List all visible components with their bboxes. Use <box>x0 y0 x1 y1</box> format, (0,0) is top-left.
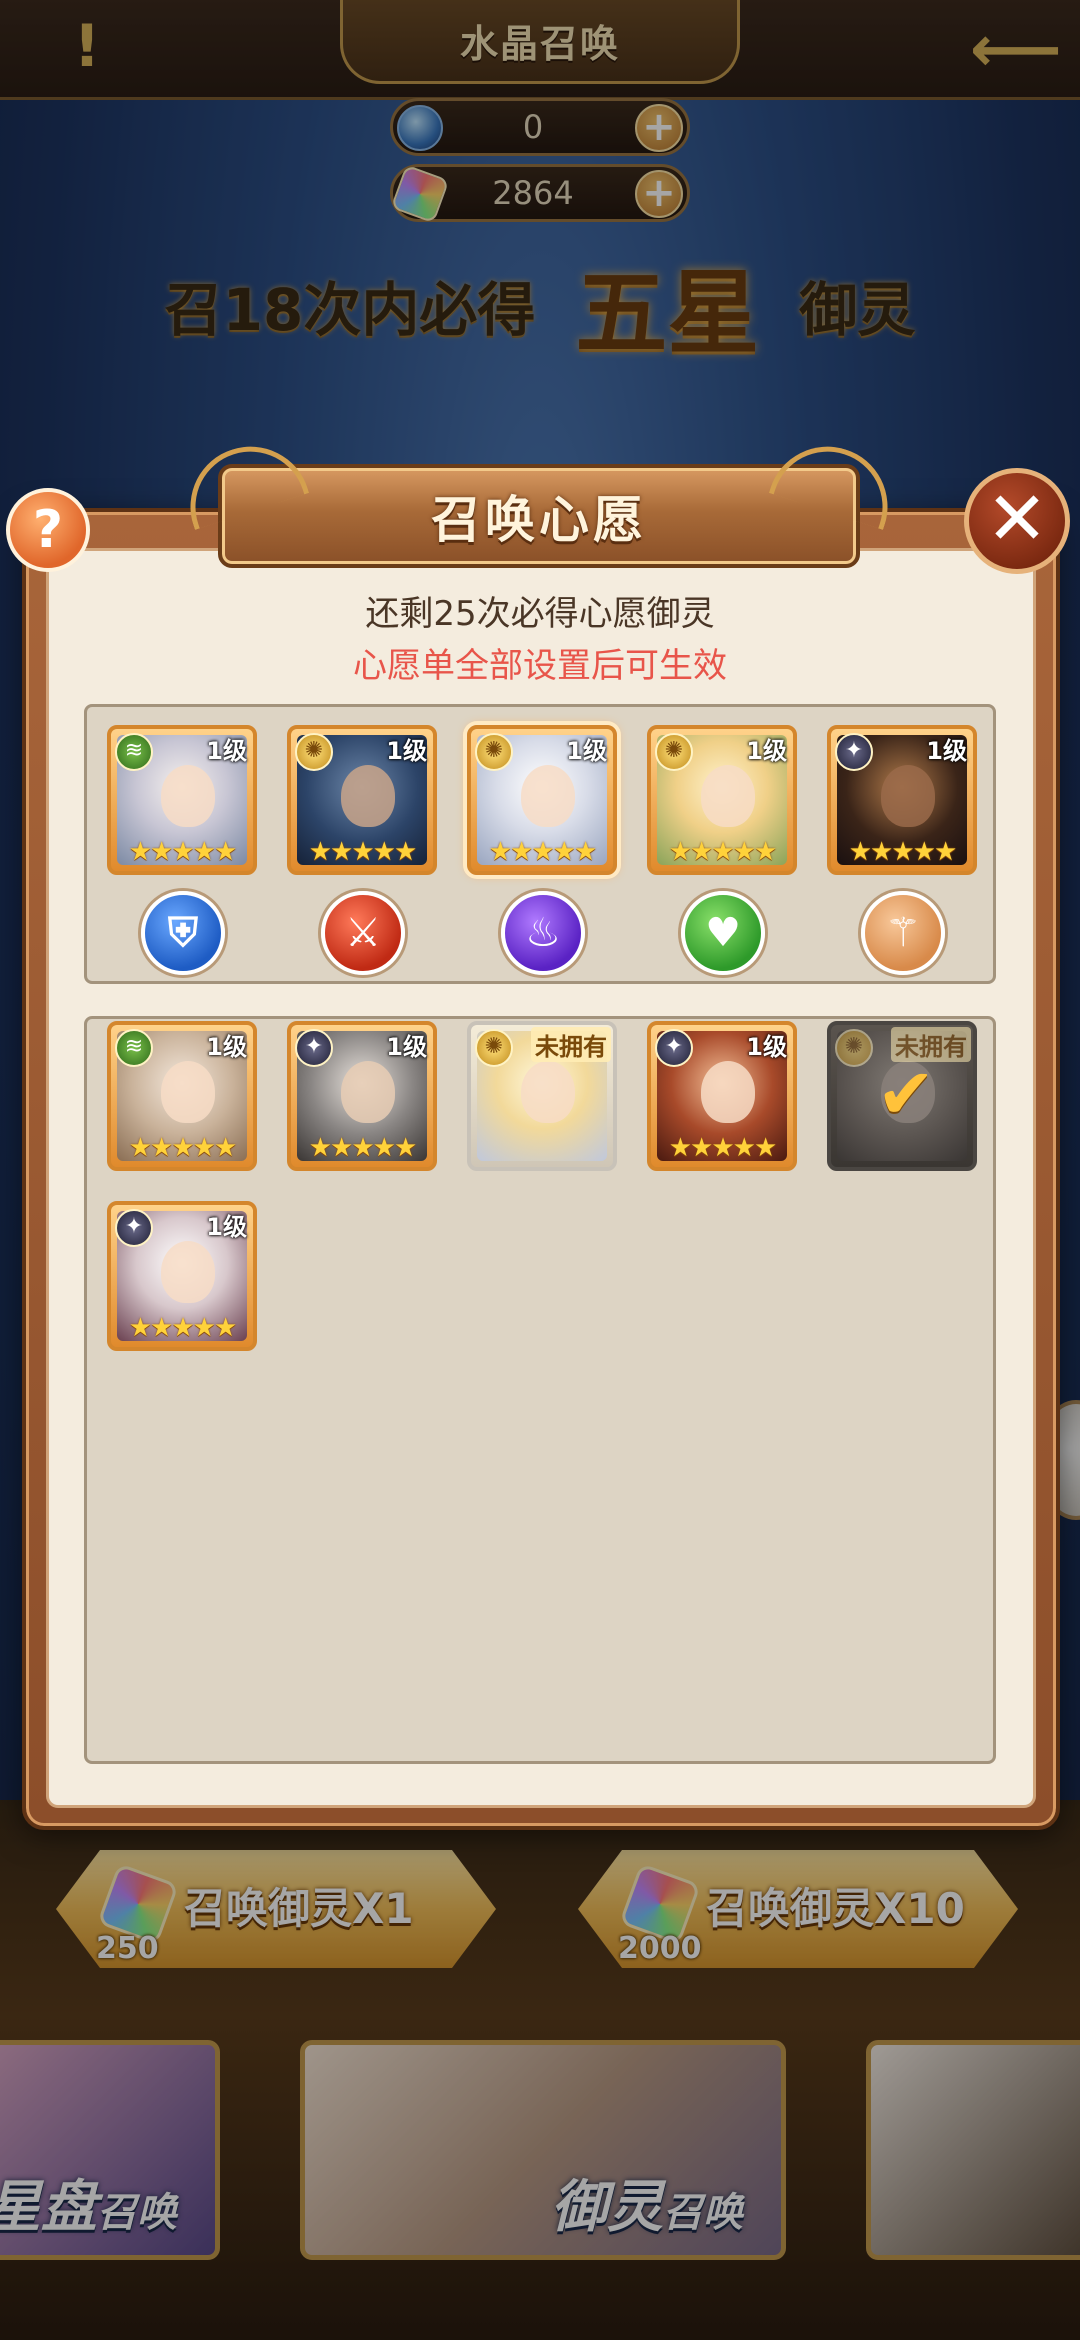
wish-modal-title: 召唤心愿 <box>431 491 647 549</box>
star-rating: ★★★★★ <box>848 837 958 867</box>
checkmark-icon: ✔ <box>876 1053 936 1135</box>
dark-element-icon: ✦ <box>115 1209 153 1247</box>
wish-slot-5[interactable]: ✦ 1级 ★★★★★ <box>827 725 977 875</box>
character-pool-panel: ≋ 1级 ★★★★★ ✦ 1级 ★★★★★ ✺ 未拥有 ✦ 1级 ★★★★★ ✺… <box>84 1016 996 1764</box>
unowned-tag: 未拥有 <box>531 1027 611 1062</box>
star-rating: ★★★★★ <box>128 1313 238 1343</box>
shield-class-icon: ⛨ <box>141 891 225 975</box>
level-label: 1级 <box>206 1213 247 1241</box>
wish-notice-text: 心愿单全部设置后可生效 <box>353 646 727 686</box>
wish-slot-3[interactable]: ✺ 1级 ★★★★★ <box>467 725 617 875</box>
pool-character-1[interactable]: ≋ 1级 ★★★★★ <box>107 1021 257 1171</box>
star-rating: ★★★★★ <box>308 837 418 867</box>
help-button[interactable]: ? <box>6 488 90 572</box>
dark-element-icon: ✦ <box>295 1029 333 1067</box>
sword-class-icon: ⚔ <box>321 891 405 975</box>
close-button[interactable]: ✕ <box>964 468 1070 574</box>
pool-character-2[interactable]: ✦ 1级 ★★★★★ <box>287 1021 437 1171</box>
level-label: 1级 <box>746 737 787 765</box>
staff-class-icon: ⚚ <box>861 891 945 975</box>
level-label: 1级 <box>566 737 607 765</box>
pool-character-4[interactable]: ✦ 1级 ★★★★★ <box>647 1021 797 1171</box>
pool-character-5[interactable]: ✺ 未拥有 ✔ <box>827 1021 977 1171</box>
level-label: 1级 <box>206 1033 247 1061</box>
level-label: 1级 <box>206 737 247 765</box>
wish-slot-4[interactable]: ✺ 1级 ★★★★★ <box>647 725 797 875</box>
star-rating: ★★★★★ <box>308 1133 418 1163</box>
flame-class-icon: ♨ <box>501 891 585 975</box>
sun-element-icon: ✺ <box>655 733 693 771</box>
wish-list-panel: ≋ 1级 ★★★★★ ✺ 1级 ★★★★★ ✺ 1级 ★★★★★ ✺ 1级 ★★… <box>84 704 996 984</box>
pool-character-3[interactable]: ✺ 未拥有 <box>467 1021 617 1171</box>
star-rating: ★★★★★ <box>488 837 598 867</box>
level-label: 1级 <box>386 1033 427 1061</box>
sun-element-icon: ✺ <box>835 1029 873 1067</box>
sun-element-icon: ✺ <box>475 1029 513 1067</box>
pool-character-6[interactable]: ✦ 1级 ★★★★★ <box>107 1201 257 1351</box>
star-rating: ★★★★★ <box>128 1133 238 1163</box>
wish-modal-title-plate: 召唤心愿 <box>218 464 860 568</box>
level-label: 1级 <box>746 1033 787 1061</box>
level-label: 1级 <box>386 737 427 765</box>
star-rating: ★★★★★ <box>668 837 778 867</box>
wind-element-icon: ≋ <box>115 1029 153 1067</box>
wish-slot-1[interactable]: ≋ 1级 ★★★★★ <box>107 725 257 875</box>
remaining-count-text: 还剩25次必得心愿御灵 <box>365 594 715 634</box>
star-rating: ★★★★★ <box>128 837 238 867</box>
wish-slot-2[interactable]: ✺ 1级 ★★★★★ <box>287 725 437 875</box>
level-label: 1级 <box>926 737 967 765</box>
star-rating: ★★★★★ <box>668 1133 778 1163</box>
dark-element-icon: ✦ <box>655 1029 693 1067</box>
heart-class-icon: ♥ <box>681 891 765 975</box>
wind-element-icon: ≋ <box>115 733 153 771</box>
sun-element-icon: ✺ <box>475 733 513 771</box>
sun-element-icon: ✺ <box>295 733 333 771</box>
dark-element-icon: ✦ <box>835 733 873 771</box>
